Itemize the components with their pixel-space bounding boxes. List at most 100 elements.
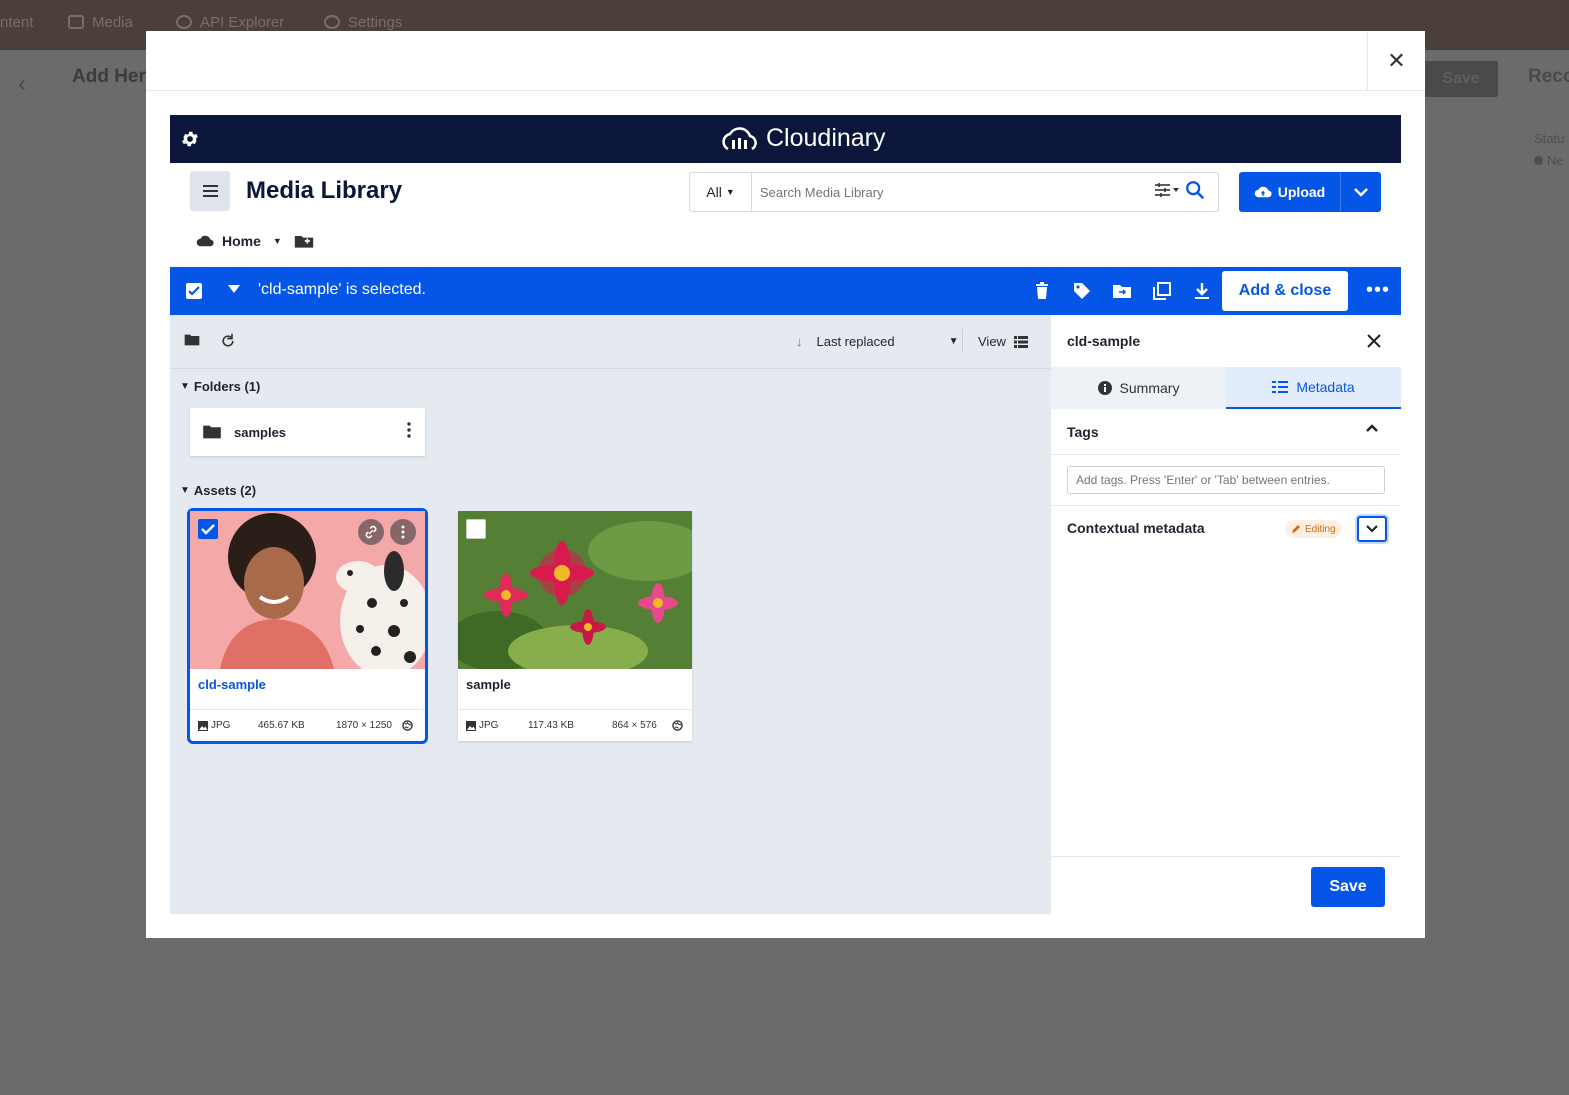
upload-options-button[interactable] (1341, 172, 1381, 212)
asset-thumbnail[interactable] (458, 511, 692, 669)
view-toggle[interactable]: View (978, 334, 1028, 349)
upload-label: Upload (1277, 184, 1326, 200)
cloudinary-logo: Cloudinary (720, 123, 886, 153)
list-icon (1272, 381, 1289, 393)
brand-name: Cloudinary (766, 123, 886, 152)
globe-icon (672, 720, 683, 731)
close-panel-button[interactable] (1367, 331, 1381, 354)
asset-checkbox[interactable] (198, 519, 218, 539)
selection-bar: 'cld-sample' is selected. Add & close ••… (170, 267, 1401, 315)
puzzle-icon (176, 15, 192, 29)
arrow-down-icon: ↓ (796, 334, 803, 349)
view-label: View (978, 334, 1006, 349)
bg-nav-content: ntent (0, 12, 33, 32)
tag-icon[interactable] (1072, 281, 1092, 301)
globe-icon (402, 720, 413, 731)
image-icon (466, 720, 476, 731)
panel-tabs: Summary Metadata (1051, 367, 1401, 409)
asset-details-panel: cld-sample Summary Metadata Tags Add tag… (1051, 315, 1401, 914)
search-scope-label: All (706, 184, 722, 200)
cloudinary-topbar: Cloudinary (170, 115, 1401, 163)
bg-status-value: Ne (1547, 153, 1564, 168)
search-icon[interactable] (1184, 179, 1218, 206)
close-icon (1367, 334, 1381, 348)
tags-section-header[interactable]: Tags (1051, 409, 1401, 455)
media-library-header: Media Library All ▼ Upload (170, 163, 1401, 267)
folder-icon[interactable] (184, 333, 200, 347)
bg-nav-label: API Explorer (200, 13, 285, 31)
modal-header: ✕ (146, 31, 1425, 91)
bg-nav-media: Media (68, 12, 133, 32)
refresh-icon[interactable] (220, 333, 236, 349)
breadcrumb-home[interactable]: Home (222, 233, 261, 249)
check-icon (188, 286, 200, 296)
more-options-icon[interactable]: ••• (1366, 279, 1390, 302)
folder-item[interactable]: samples (190, 408, 425, 456)
new-folder-icon[interactable] (294, 233, 314, 249)
tags-input[interactable] (1067, 466, 1385, 494)
assets-section-toggle[interactable]: ▼ Assets (2) (180, 483, 256, 498)
trash-icon[interactable] (1032, 281, 1052, 301)
tab-summary[interactable]: Summary (1051, 367, 1226, 409)
folder-icon (203, 425, 221, 439)
modal-close-button[interactable]: ✕ (1367, 31, 1425, 91)
tags-label: Tags (1067, 424, 1099, 440)
gear-icon (324, 15, 340, 29)
cloud-upload-icon (1254, 186, 1272, 198)
bg-status-label: Statu (1534, 131, 1565, 146)
caret-down-icon: ▼ (725, 187, 735, 197)
asset-checkbox[interactable] (466, 519, 486, 539)
bg-save-button: Save (1424, 61, 1498, 97)
sort-select[interactable]: ↓ Last replaced ▼ (796, 334, 958, 349)
add-close-button[interactable]: Add & close (1222, 271, 1348, 311)
chevron-down-icon (1354, 188, 1368, 197)
menu-button[interactable] (190, 171, 230, 211)
assets-label: Assets (2) (193, 483, 257, 498)
tab-metadata[interactable]: Metadata (1226, 367, 1401, 409)
asset-name: sample (466, 677, 511, 692)
asset-menu-button[interactable] (390, 519, 416, 545)
asset-card[interactable]: cld-sample JPG 465.67 KB 1870 × 1250 (187, 508, 428, 744)
bg-nav-api: API Explorer (176, 12, 284, 32)
cloud-icon (196, 235, 214, 247)
bg-nav-label: Settings (348, 13, 403, 31)
status-dot-icon (1534, 156, 1543, 165)
folder-name: samples (234, 424, 287, 440)
asset-thumbnail[interactable] (190, 511, 425, 669)
flowers-photo (458, 511, 692, 669)
select-all-checkbox[interactable] (186, 283, 202, 299)
link-icon (365, 525, 377, 539)
info-icon (1097, 381, 1112, 395)
breadcrumb: Home ▼ (196, 233, 314, 249)
folders-label: Folders (1) (193, 379, 261, 394)
caret-down-icon[interactable]: ▼ (273, 236, 282, 246)
save-button[interactable]: Save (1311, 867, 1385, 907)
kebab-menu-icon[interactable] (407, 422, 411, 438)
selection-tools (1032, 281, 1212, 301)
asset-card[interactable]: sample JPG 117.43 KB 864 × 576 (458, 511, 692, 741)
toolbar-divider (962, 329, 963, 353)
content-toolbar: ↓ Last replaced ▼ View (170, 315, 1051, 369)
gear-icon[interactable] (180, 129, 200, 149)
search-input[interactable] (752, 174, 1154, 210)
caret-down-icon[interactable] (228, 285, 240, 293)
hamburger-icon (202, 185, 218, 187)
upload-button-group: Upload (1239, 172, 1381, 212)
chevron-down-icon (1366, 525, 1378, 533)
copy-link-button[interactable] (358, 519, 384, 545)
media-modal: ✕ Cloudinary Media Library All ▼ Search … (146, 31, 1425, 938)
move-folder-icon[interactable] (1112, 281, 1132, 301)
bg-status: Statu Ne (1534, 128, 1564, 172)
upload-button[interactable]: Upload (1239, 172, 1341, 212)
asset-size: 465.67 KB (258, 720, 305, 731)
search-scope-select[interactable]: All ▼ (690, 173, 752, 211)
bg-nav-label: ntent (0, 13, 34, 31)
asset-dimensions: 1870 × 1250 (336, 720, 392, 731)
cloudinary-widget: Cloudinary Media Library All ▼ Search Me… (170, 115, 1401, 914)
copy-icon[interactable] (1152, 281, 1172, 301)
folders-section-toggle[interactable]: ▼ Folders (1) (180, 379, 260, 394)
contextual-metadata-toggle[interactable] (1357, 516, 1387, 542)
asset-meta: JPG 117.43 KB 864 × 576 (458, 709, 692, 741)
download-icon[interactable] (1192, 281, 1212, 301)
filter-icon[interactable] (1154, 182, 1184, 203)
